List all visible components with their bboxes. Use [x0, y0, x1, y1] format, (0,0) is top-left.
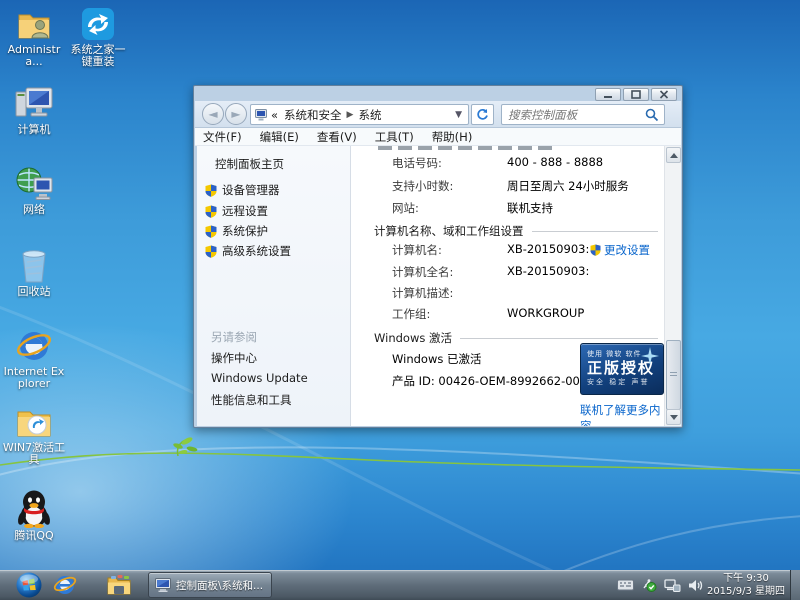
taskbar-explorer-button[interactable] — [106, 572, 132, 598]
back-button[interactable]: ◄ — [202, 103, 224, 125]
system-tray — [617, 570, 703, 600]
address-dropdown-icon[interactable]: ▼ — [453, 110, 464, 120]
menu-bar: 文件(F) 编辑(E) 查看(V) 工具(T) 帮助(H) — [195, 128, 681, 146]
menu-tools[interactable]: 工具(T) — [375, 129, 414, 145]
sidebar-item-control-panel-home[interactable]: 控制面板主页 — [215, 156, 284, 172]
network-icon — [16, 167, 53, 200]
navigation-bar: ◄ ► « 系统和安全 ▶ 系统 ▼ — [195, 101, 681, 128]
vertical-scrollbar[interactable] — [664, 146, 681, 426]
sidebar-item-system-protection[interactable]: 系统保护 — [205, 223, 268, 239]
desktop-icon-administrator[interactable]: Administra... — [2, 8, 66, 68]
clock-date: 2015/9/3 星期四 — [706, 586, 786, 597]
uac-shield-icon — [590, 244, 601, 256]
scroll-up-button[interactable] — [666, 147, 681, 163]
close-button[interactable] — [651, 88, 677, 101]
section-computer-name: 计算机名称、域和工作组设置 — [374, 223, 658, 239]
activator-folder-icon — [17, 411, 51, 437]
taskbar-clock[interactable]: 下午 9:30 2015/9/3 星期四 — [706, 572, 786, 598]
system-window-icon — [155, 578, 171, 592]
volume-icon[interactable] — [688, 579, 703, 592]
desktop-icon-win7-activator[interactable]: WIN7激活工具 — [2, 406, 66, 466]
genuine-software-badge[interactable]: 使用 微软 软件 正版授权 安全 稳定 声誉 — [580, 343, 664, 395]
system-small-icon — [255, 108, 267, 120]
ie-icon — [16, 332, 52, 360]
desktop: { "desktop": { "icons": [ {"name":"admin… — [0, 0, 800, 600]
online-support-link[interactable]: 联机支持 — [507, 200, 553, 216]
recycle-bin-icon — [22, 250, 46, 283]
learn-more-online-link[interactable]: 联机了解更多内容... — [580, 402, 664, 426]
desktop-icon-network[interactable]: 网络 — [2, 166, 66, 216]
refresh-icon — [477, 109, 488, 120]
address-bar[interactable]: « 系统和安全 ▶ 系统 ▼ — [250, 104, 469, 125]
search-box[interactable] — [501, 104, 665, 125]
menu-help[interactable]: 帮助(H) — [432, 129, 473, 145]
desktop-icon-internet-explorer[interactable]: Internet Explorer — [2, 328, 66, 390]
minimize-button[interactable] — [595, 88, 621, 101]
ie-icon — [53, 576, 77, 594]
folder-explorer-icon — [107, 575, 131, 595]
reinstall-app-icon — [82, 8, 114, 40]
sidebar: 控制面板主页 设备管理器 远程设置 系统保护 高级系统设置 另请参阅 操作中心 … — [197, 146, 351, 426]
desktop-icon-computer[interactable]: 计算机 — [2, 86, 66, 136]
forward-button[interactable]: ► — [225, 103, 247, 125]
maximize-button[interactable] — [623, 88, 649, 101]
sidebar-item-device-manager[interactable]: 设备管理器 — [205, 182, 280, 198]
search-icon — [645, 108, 659, 121]
explorer-window: ◄ ► « 系统和安全 ▶ 系统 ▼ 搜索控制面板 文件(F) 编辑(E) 查看… — [193, 85, 683, 428]
usb-safely-remove-icon[interactable] — [641, 578, 657, 592]
search-input[interactable] — [502, 107, 645, 122]
menu-edit[interactable]: 编辑(E) — [260, 129, 299, 145]
breadcrumb-current[interactable]: 系统 — [358, 107, 381, 123]
user-folder-icon — [18, 14, 50, 39]
taskbar: 控制面板\系统和... 下午 9:30 2015/9/3 星期四 — [0, 570, 800, 600]
scroll-down-button[interactable] — [666, 409, 681, 425]
change-settings-link[interactable]: 更改设置 — [590, 242, 650, 258]
maximize-icon — [631, 90, 641, 99]
desktop-icon-tencent-qq[interactable]: 腾讯QQ — [2, 488, 66, 542]
breadcrumb-prefix: « — [271, 107, 279, 122]
close-icon — [659, 90, 669, 99]
taskbar-task-control-panel[interactable]: 控制面板\系统和... — [148, 572, 272, 598]
refresh-button[interactable] — [471, 104, 494, 125]
menu-view[interactable]: 查看(V) — [317, 129, 357, 145]
breadcrumb-separator-icon: ▶ — [346, 109, 354, 120]
menu-file[interactable]: 文件(F) — [203, 129, 242, 145]
sidebar-item-advanced-settings[interactable]: 高级系统设置 — [205, 243, 291, 259]
show-desktop-button[interactable] — [790, 570, 800, 600]
window-content: 控制面板主页 设备管理器 远程设置 系统保护 高级系统设置 另请参阅 操作中心 … — [197, 146, 681, 426]
desktop-icon-recycle-bin[interactable]: 回收站 — [2, 246, 66, 298]
sidebar-see-also-heading: 另请参阅 — [211, 330, 257, 344]
uac-shield-icon — [205, 205, 217, 218]
windows-start-orb-icon — [16, 572, 42, 598]
main-panel: 电话号码: 400 - 888 - 8888 支持小时数: 周日至周六 24小时… — [352, 146, 664, 426]
breadcrumb-root[interactable]: 系统和安全 — [284, 107, 342, 123]
minimize-icon — [604, 96, 612, 98]
sidebar-item-performance-tools[interactable]: 性能信息和工具 — [211, 392, 292, 408]
arrow-down-icon — [669, 414, 678, 420]
taskbar-ie-button[interactable] — [52, 572, 78, 598]
uac-shield-icon — [205, 225, 217, 238]
computer-icon — [15, 87, 53, 117]
arrow-up-icon — [669, 152, 678, 158]
sidebar-item-windows-update[interactable]: Windows Update — [211, 371, 308, 385]
scrollbar-thumb[interactable] — [666, 340, 681, 410]
window-titlebar[interactable] — [194, 86, 682, 102]
desktop-icon-reinstall-app[interactable]: 系统之家一键重装 — [66, 6, 130, 68]
uac-shield-icon — [205, 184, 217, 197]
qq-penguin-icon — [18, 490, 50, 528]
network-status-icon[interactable] — [664, 578, 681, 592]
start-button[interactable] — [16, 572, 42, 598]
clipped-scrolled-text — [378, 146, 558, 150]
language-keyboard-icon[interactable] — [617, 579, 634, 591]
uac-shield-icon — [205, 245, 217, 258]
clock-time: 下午 9:30 — [723, 573, 769, 584]
sidebar-item-remote-settings[interactable]: 远程设置 — [205, 203, 268, 219]
sidebar-item-action-center[interactable]: 操作中心 — [211, 350, 257, 366]
